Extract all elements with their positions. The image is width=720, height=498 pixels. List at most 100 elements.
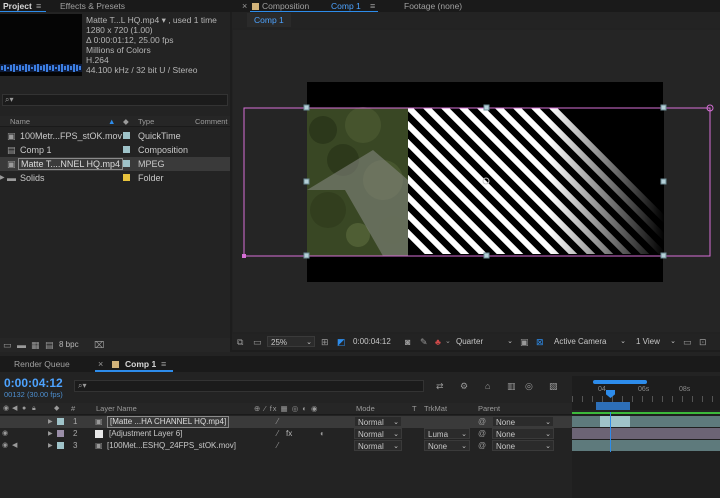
layer-row[interactable]: ◉ ▶ 2 [Adjustment Layer 6] ⁄ fx ◐ Normal…: [0, 428, 572, 440]
audio-icon[interactable]: ◀: [12, 441, 17, 451]
label-swatch[interactable]: [123, 132, 130, 139]
layer-duration-bar[interactable]: [572, 440, 720, 451]
layer-row[interactable]: ▶ 1 ▣ [Matte ...HA CHANNEL HQ.mp4] ⁄ Nor…: [0, 416, 572, 428]
comp-sub-tab[interactable]: Comp 1: [247, 13, 291, 27]
layer-trkmat-select[interactable]: None ⌄: [424, 440, 470, 451]
tab-timeline-comp[interactable]: Comp 1: [125, 359, 156, 369]
color-channels-icon[interactable]: ♣: [435, 337, 441, 347]
layer-parent-select[interactable]: None ⌄: [492, 428, 554, 439]
pickwhip-icon[interactable]: @: [478, 417, 486, 427]
pickwhip-icon[interactable]: @: [478, 429, 486, 439]
layer-parent-select[interactable]: None ⌄: [492, 440, 554, 451]
quality-icon[interactable]: ⁄: [277, 429, 278, 439]
project-settings-icon[interactable]: ▤: [45, 340, 54, 350]
layer-name[interactable]: [Matte ...HA CHANNEL HQ.mp4]: [107, 416, 230, 428]
layer-label-swatch[interactable]: [57, 442, 64, 449]
motion-blur-icon[interactable]: ◎: [525, 381, 533, 391]
label-swatch[interactable]: [123, 160, 130, 167]
zoom-select[interactable]: 25% ⌄: [267, 336, 315, 347]
new-composition-icon[interactable]: ▦: [31, 340, 40, 350]
comp-mini-flowchart-icon[interactable]: ⇄: [436, 381, 444, 391]
monitor-icon[interactable]: ▭: [253, 337, 262, 347]
expand-layer-icon[interactable]: ▶: [48, 441, 53, 451]
new-folder-icon[interactable]: ▬: [17, 340, 26, 350]
panel-menu-icon[interactable]: ≡: [370, 1, 375, 11]
adjustment-switch-icon[interactable]: ◐: [320, 429, 325, 439]
lock-icon[interactable]: 🔒︎: [32, 404, 36, 414]
show-snapshot-icon[interactable]: ✎: [420, 337, 428, 347]
effect-switch-icon[interactable]: fx: [286, 428, 292, 440]
disclosure-triangle-icon[interactable]: ▶: [0, 173, 5, 183]
column-layer-name[interactable]: Layer Name: [96, 403, 137, 415]
sort-arrow-icon[interactable]: ▲: [108, 116, 115, 127]
resolution-select[interactable]: Quarter ⌄: [453, 336, 515, 347]
close-icon[interactable]: ×: [242, 1, 247, 11]
expand-layer-icon[interactable]: ▶: [48, 429, 53, 439]
graph-editor-icon[interactable]: ▧: [549, 381, 558, 391]
column-comment[interactable]: Comment: [195, 116, 228, 127]
view-layout-select[interactable]: 1 View ⌄: [633, 336, 678, 347]
layer-parent-select[interactable]: None ⌄: [492, 416, 554, 427]
list-item[interactable]: ▶ ▬ Solids Folder: [0, 171, 230, 185]
shy-layers-icon[interactable]: ⌂: [485, 381, 490, 391]
footage-name-line[interactable]: Matte T...L HQ.mp4 ▾ , used 1 time: [86, 15, 236, 25]
time-ruler[interactable]: 04 06s 08s: [572, 376, 720, 410]
grid-icon[interactable]: ⊞: [321, 337, 329, 347]
tab-render-queue[interactable]: Render Queue: [14, 359, 70, 369]
project-search-input[interactable]: ⌕▾: [2, 94, 228, 106]
panel-menu-icon[interactable]: ≡: [36, 1, 41, 11]
timeline-search-input[interactable]: ⌕▾: [74, 380, 424, 392]
audio-switch-icon[interactable]: ◀: [12, 404, 17, 414]
layer-duration-bar-selected[interactable]: [600, 416, 630, 427]
close-icon[interactable]: ×: [98, 359, 103, 369]
quality-icon[interactable]: ⁄: [277, 417, 278, 427]
frame-blending-icon[interactable]: ▥: [507, 381, 516, 391]
transparency-grid-icon[interactable]: ⊠: [536, 337, 544, 347]
tab-footage[interactable]: Footage (none): [404, 0, 462, 12]
solo-icon[interactable]: ●: [22, 404, 26, 414]
toggle-pixel-aspect-icon[interactable]: ▭: [683, 337, 692, 347]
layer-trkmat-select[interactable]: Luma ⌄: [424, 428, 470, 439]
layer-duration-bar[interactable]: [572, 416, 720, 427]
fast-previews-icon[interactable]: ⊡: [699, 337, 707, 347]
layer-mode-select[interactable]: Normal ⌄: [354, 416, 402, 427]
column-name[interactable]: Name: [10, 116, 30, 127]
label-icon[interactable]: ◆: [54, 404, 59, 414]
video-switch-icon[interactable]: ◉: [3, 404, 9, 414]
list-item[interactable]: ▣ 100Metr...FPS_stOK.mov QuickTime: [0, 129, 230, 143]
layer-name[interactable]: [Adjustment Layer 6]: [109, 428, 182, 440]
layer-name[interactable]: [100Met...ESHQ_24FPS_stOK.mov]: [107, 440, 236, 452]
layer-duration-bar[interactable]: [572, 428, 720, 439]
work-area-bar[interactable]: [593, 380, 647, 384]
list-item-selected[interactable]: ▣ Matte T....NNEL HQ.mp4 MPEG: [0, 157, 230, 171]
snapshot-icon[interactable]: ◙: [405, 337, 410, 347]
eye-icon[interactable]: ◉: [2, 441, 8, 451]
pickwhip-icon[interactable]: @: [478, 441, 486, 451]
label-column-icon[interactable]: ◆: [123, 116, 129, 127]
draft-3d-icon[interactable]: ⚙: [460, 381, 468, 391]
layer-mode-select[interactable]: Normal ⌄: [354, 428, 402, 439]
camera-view-select[interactable]: Active Camera ⌄: [551, 336, 628, 347]
layer-mode-select[interactable]: Normal ⌄: [354, 440, 402, 451]
layer-label-swatch[interactable]: [57, 430, 64, 437]
interpret-footage-icon[interactable]: ▭: [3, 340, 12, 350]
trash-icon[interactable]: ⌧: [94, 340, 104, 350]
label-swatch[interactable]: [123, 146, 130, 153]
timeline-current-time[interactable]: 0:00:04:12: [4, 376, 63, 390]
always-preview-icon[interactable]: ⧉: [237, 337, 243, 347]
layer-label-swatch[interactable]: [57, 418, 64, 425]
expand-layer-icon[interactable]: ▶: [48, 417, 53, 427]
label-swatch[interactable]: [123, 174, 130, 181]
layer-row[interactable]: ◉ ◀ ▶ 3 ▣ [100Met...ESHQ_24FPS_stOK.mov]…: [0, 440, 572, 452]
region-of-interest-icon[interactable]: ▣: [520, 337, 529, 347]
channel-dropdown-icon[interactable]: ⌄: [445, 337, 451, 347]
tab-effects-presets[interactable]: Effects & Presets: [60, 0, 125, 12]
panel-menu-icon[interactable]: ≡: [161, 359, 166, 369]
eye-icon[interactable]: ◉: [2, 429, 8, 439]
quality-icon[interactable]: ⁄: [277, 441, 278, 451]
list-item[interactable]: ▤ Comp 1 Composition: [0, 143, 230, 157]
bit-depth-button[interactable]: 8 bpc: [59, 340, 79, 349]
mask-visibility-icon[interactable]: ◩: [337, 337, 346, 347]
current-time-display[interactable]: 0:00:04:12: [353, 337, 391, 346]
column-type[interactable]: Type: [138, 116, 154, 127]
